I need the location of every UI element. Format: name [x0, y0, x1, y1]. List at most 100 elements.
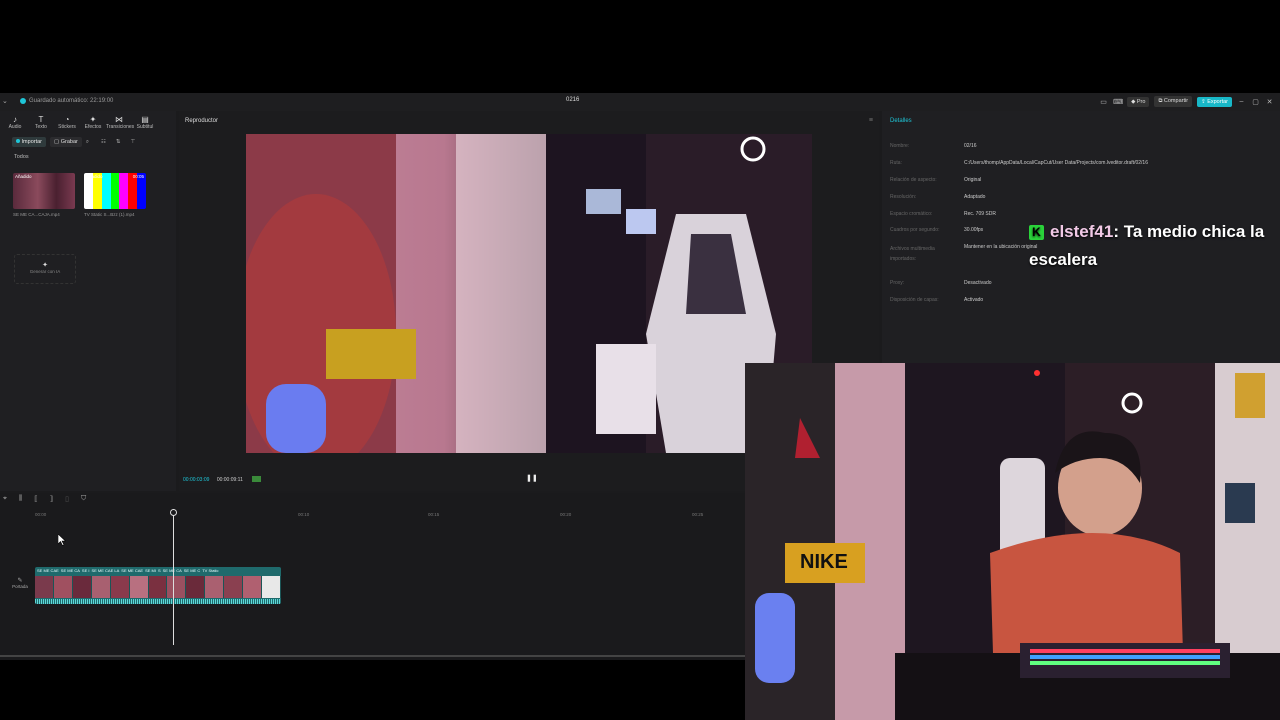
tool-label: Audio [8, 124, 22, 130]
shortcuts-icon[interactable]: ⌨ [1113, 98, 1123, 106]
video-preview[interactable] [246, 134, 812, 453]
maximize-icon[interactable]: ▢ [1251, 98, 1260, 106]
tool-effects[interactable]: ✦ Efectos [80, 115, 106, 133]
pro-button[interactable]: ◆ Pro [1127, 96, 1150, 107]
title-bar: ⌄ Guardado automático: 22:19:00 0216 ▭ ⌨… [0, 93, 1280, 111]
media-item[interactable]: Añadido 00:05 TV Static S...Bzz (1).mp4 [84, 173, 146, 217]
media-duration: 00:05 [132, 174, 144, 179]
export-button[interactable]: ⇪ Exportar [1197, 96, 1232, 107]
sticker-icon: ◔ [64, 115, 70, 124]
media-subtabs: Importar ▢ Grabar ⌕ ☷ ⇅ ⊤ [0, 133, 176, 151]
edit-icon: ✎ [17, 578, 23, 584]
added-badge: Añadido [15, 174, 32, 179]
current-time: 00:00:03:09 [183, 477, 210, 483]
pro-label: Pro [1136, 98, 1146, 105]
timeline-ruler: 00:00 00:10 00:15 00:20 00:25 [30, 512, 750, 520]
search-icon[interactable]: ⌕ [86, 139, 89, 146]
detail-label: Nombre: [890, 143, 910, 149]
subtitle-icon: ▤ [141, 115, 149, 124]
clip-labels: SE ME CAE SE ME CA SE I SE ME CAE LA SE … [35, 567, 281, 575]
detail-value: 30.00fps [964, 227, 984, 233]
webcam-overlay: NIKE [745, 363, 1280, 720]
sort-icon[interactable]: ⇅ [116, 139, 121, 145]
marker-icon[interactable]: ⛉ [81, 495, 86, 503]
detail-label: Ruta: [890, 160, 902, 166]
clip-label: SE ME C [183, 568, 201, 573]
tool-transitions[interactable]: ⋈ Transiciones [106, 115, 135, 133]
generate-ai-button[interactable]: ✦ Generar con IA [14, 254, 76, 284]
autosave-text: Guardado automático: 22:19:00 [29, 98, 114, 104]
ruler-tick: 00:15 [428, 512, 440, 517]
music-icon: ♪ [13, 115, 17, 124]
pause-icon[interactable]: ❚❚ [526, 474, 538, 482]
detail-value: Activado [964, 297, 984, 303]
import-button[interactable]: Importar [12, 137, 47, 147]
tool-label: Transiciones [106, 124, 135, 130]
playhead-handle[interactable] [170, 509, 177, 516]
audio-waveform [35, 599, 281, 604]
tool-strip: ♪ Audio T Texto ◔ Stickers ✦ Efectos ⋈ Transi… [0, 111, 176, 133]
view-grid-icon[interactable]: ☷ [101, 139, 106, 145]
cover-label: Portada [12, 584, 28, 589]
clip-label: SE ME CAE [121, 568, 144, 573]
timeline-scrollbar[interactable] [0, 655, 745, 657]
media-item[interactable]: Añadido SE ME CA...CAJA.mp4 [13, 173, 75, 217]
clip-label: SE ME CAE LA [91, 568, 120, 573]
cursor-tool-icon[interactable]: ⌖ [3, 495, 7, 503]
menu-chevron-icon[interactable]: ⌄ [2, 97, 8, 105]
chat-message: Kelstef41: Ta medio chica la escalera [1029, 218, 1280, 274]
player-title: Reproductor [185, 118, 219, 124]
detail-label: Cuadros por segundo: [890, 227, 940, 233]
split-icon[interactable]: ⫼ [19, 495, 22, 503]
detail-label: Resolución: [890, 194, 917, 200]
clip-label: SE I [81, 568, 90, 573]
titlebar-actions: ▭ ⌨ ◆ Pro ⧉ Compartir ⇪ Exportar – ▢ ✕ [1099, 96, 1274, 107]
kick-icon: K [1029, 225, 1044, 240]
text-icon: T [38, 115, 44, 124]
details-title: Detalles [890, 118, 912, 124]
filter-icon[interactable]: ⊤ [131, 139, 136, 145]
sparkle-icon: ✦ [42, 262, 48, 269]
detail-label: Disposición de capas: [890, 297, 939, 303]
audio-meter-icon [252, 476, 262, 482]
all-label: Todos [14, 154, 29, 160]
player-menu-icon[interactable]: ≡ [869, 117, 873, 124]
tool-text[interactable]: T Texto [28, 115, 54, 133]
autosave-status: Guardado automático: 22:19:00 [20, 98, 113, 104]
delete-icon[interactable]: ▯ [65, 495, 69, 503]
split-left-icon[interactable]: ⟦ [34, 495, 37, 503]
media-caption: SE ME CA...CAJA.mp4 [13, 212, 60, 217]
split-right-icon[interactable]: ⟧ [50, 495, 53, 503]
added-badge: Añadido [86, 174, 103, 179]
detail-label: Espacio cromático: [890, 211, 933, 217]
video-frame-art [246, 134, 812, 453]
timeline-toolbar: ⌖ ⫼ ⟦ ⟧ ▯ ⛉ [0, 495, 86, 503]
minimize-icon[interactable]: – [1237, 98, 1246, 105]
video-clip-track[interactable]: SE ME CAE SE ME CA SE I SE ME CAE LA SE … [35, 567, 281, 604]
tool-stickers[interactable]: ◔ Stickers [54, 115, 80, 133]
ruler-tick: 00:25 [692, 512, 704, 517]
record-button[interactable]: ▢ Grabar [50, 137, 82, 147]
media-thumbnail: Añadido [13, 173, 75, 209]
detail-value: C:/Users/thomp/AppData/Local/CapCut/User… [964, 160, 1148, 166]
tool-audio[interactable]: ♪ Audio [2, 115, 28, 133]
share-button[interactable]: ⧉ Compartir [1154, 96, 1193, 107]
effects-icon: ✦ [89, 115, 97, 124]
transition-icon: ⋈ [115, 115, 123, 124]
layout-icon[interactable]: ▭ [1099, 98, 1108, 106]
media-panel: ♪ Audio T Texto ◔ Stickers ✦ Efectos ⋈ Transi… [0, 111, 176, 491]
playhead[interactable] [170, 509, 177, 645]
tool-subtitles[interactable]: ▤ Subtitul [132, 115, 158, 133]
media-caption: TV Static S...Bzz (1).mp4 [84, 212, 135, 217]
chat-username: elstef41 [1050, 222, 1114, 241]
mouse-cursor-icon [58, 534, 66, 546]
export-label: Exportar [1207, 98, 1228, 105]
tool-label: Stickers [58, 124, 76, 130]
cover-button[interactable]: ✎ Portada [10, 577, 30, 589]
import-icon [16, 139, 20, 143]
generate-ai-label: Generar con IA [29, 269, 61, 274]
tool-label: Texto [35, 124, 47, 130]
ruler-tick: 00:10 [298, 512, 310, 517]
clip-label: SE ME CA [60, 568, 80, 573]
close-icon[interactable]: ✕ [1265, 98, 1274, 106]
